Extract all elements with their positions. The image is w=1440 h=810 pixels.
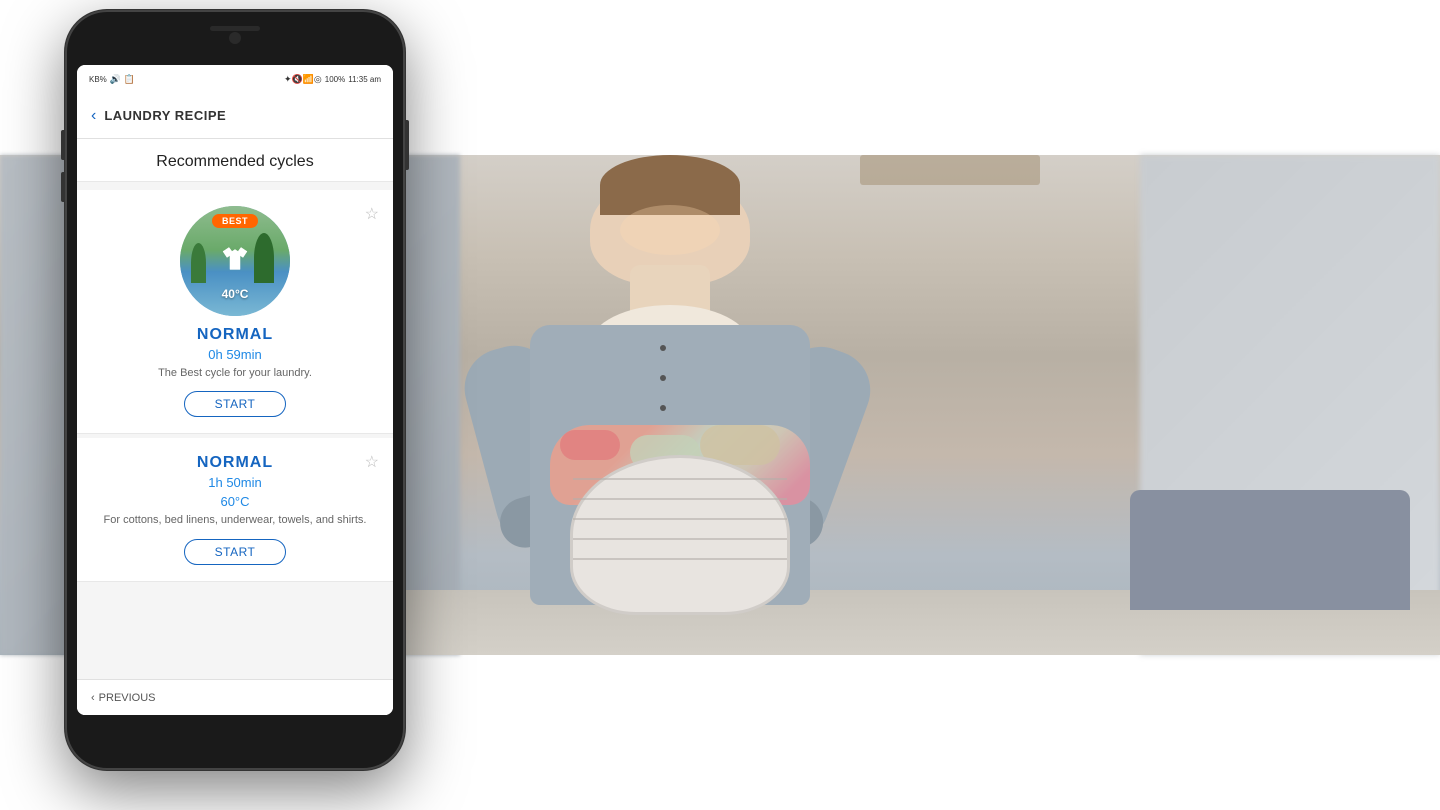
- basket-line4: [573, 538, 787, 540]
- battery-percent: 100%: [325, 75, 345, 84]
- face-highlight: [620, 205, 720, 255]
- phone-screen: KB% 🔊 📋 ✦🔇📶◎ 100% 11:35 am ‹ LAUNDRY REC…: [77, 65, 393, 715]
- cycle-card-1: ☆ BEST: [77, 190, 393, 434]
- time-display: 11:35 am: [348, 75, 381, 84]
- volume-down-button[interactable]: [61, 172, 65, 202]
- power-button[interactable]: [405, 120, 409, 170]
- button2: [660, 375, 666, 381]
- cycle-desc-1: The Best cycle for your laundry.: [148, 366, 322, 381]
- phone-camera: [229, 32, 241, 44]
- status-bar: KB% 🔊 📋 ✦🔇📶◎ 100% 11:35 am: [77, 65, 393, 93]
- woman-body: [510, 205, 830, 655]
- basket-line2: [573, 498, 787, 500]
- previous-link[interactable]: ‹ PREVIOUS: [91, 692, 156, 704]
- basket-line5: [573, 558, 787, 560]
- shirt-icon: [219, 243, 251, 282]
- cycle-card-2: ☆ NORMAL 1h 50min 60°C For cottons, bed …: [77, 438, 393, 581]
- button3: [660, 405, 666, 411]
- cycle-duration-2: 1h 50min: [208, 475, 261, 490]
- app-bar: ‹ LAUNDRY RECIPE: [77, 93, 393, 139]
- cycle-name-2: NORMAL: [197, 454, 273, 472]
- laundry-basket: [570, 455, 790, 615]
- sofa: [1130, 490, 1410, 610]
- cycle-temp-2: 60°C: [220, 494, 249, 509]
- phone-speaker: [210, 26, 260, 31]
- app-bar-title: LAUNDRY RECIPE: [104, 108, 226, 123]
- shelf: [860, 155, 1040, 185]
- icons-left: 🔊 📋: [110, 74, 135, 85]
- button1: [660, 345, 666, 351]
- laundry-screen: Recommended cycles ☆ BEST: [77, 139, 393, 715]
- bottom-navigation: ‹ PREVIOUS: [77, 679, 393, 715]
- cycle-name-1: NORMAL: [197, 326, 273, 344]
- volume-up-button[interactable]: [61, 130, 65, 160]
- start-button-1[interactable]: START: [184, 391, 287, 417]
- signal-strength: KB%: [89, 75, 107, 84]
- cycle-image-1: BEST 40°C: [180, 206, 290, 316]
- start-button-2[interactable]: START: [184, 539, 287, 565]
- back-button[interactable]: ‹: [91, 107, 96, 125]
- favorite-star-1[interactable]: ☆: [365, 204, 379, 224]
- red-cloth: [560, 430, 620, 460]
- wifi-icon: ✦🔇📶◎: [284, 74, 322, 85]
- best-badge: BEST: [212, 214, 258, 228]
- cycle-desc-2: For cottons, bed linens, underwear, towe…: [94, 513, 377, 528]
- back-arrow-icon: ‹: [91, 692, 95, 704]
- basket-line1: [573, 478, 787, 480]
- status-right: ✦🔇📶◎ 100% 11:35 am: [284, 74, 381, 85]
- basket-line3: [573, 518, 787, 520]
- recommended-cycles-header: Recommended cycles: [77, 139, 393, 182]
- screen-content: KB% 🔊 📋 ✦🔇📶◎ 100% 11:35 am ‹ LAUNDRY REC…: [77, 65, 393, 715]
- previous-label: PREVIOUS: [99, 692, 156, 704]
- status-left: KB% 🔊 📋: [89, 74, 135, 85]
- temp-label-1: 40°C: [222, 287, 249, 301]
- woman-figure: [430, 155, 1130, 655]
- favorite-star-2[interactable]: ☆: [365, 452, 379, 472]
- cycle-duration-1: 0h 59min: [208, 347, 261, 362]
- phone-device: KB% 🔊 📋 ✦🔇📶◎ 100% 11:35 am ‹ LAUNDRY REC…: [65, 10, 405, 770]
